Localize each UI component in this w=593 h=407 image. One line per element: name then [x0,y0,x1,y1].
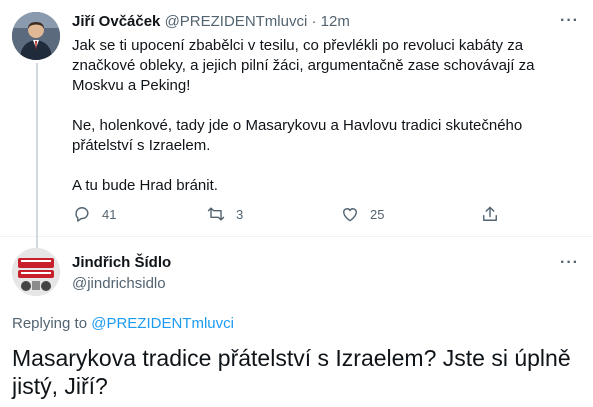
author-avatar[interactable] [12,12,60,60]
reply-text: Masarykova tradice přátelství s Izraelem… [12,345,571,399]
replying-to-link[interactable]: @PREZIDENTmluvci [91,315,234,332]
reply-author-handle[interactable]: @jindrichsidlo [72,275,166,292]
show-logo-icon [12,248,60,296]
heart-icon [343,208,357,222]
retweet-button[interactable]: 3 [206,204,243,224]
retweet-count: 3 [236,206,244,222]
like-button[interactable]: 25 [340,204,384,224]
retweet-icon [207,207,225,221]
tweet-text: Jak se ti upocení zbabělci v tesilu, co … [72,36,572,216]
share-button[interactable] [480,204,510,224]
replying-to: Replying to @PREZIDENTmluvci [12,315,234,332]
share-icon [483,206,497,221]
tweet-paragraph: Ne, holenkové, tady jde o Masarykovu a H… [72,117,523,154]
tweet-paragraph: A tu bude Hrad bránit. [72,177,218,194]
reply-button[interactable]: 41 [72,204,116,224]
reply-count: 41 [102,206,117,222]
tweet-paragraph: Jak se ti upocení zbabělci v tesilu, co … [72,37,535,94]
person-photo-icon [12,12,60,60]
more-options-icon[interactable]: ··· [560,254,579,272]
author-handle[interactable]: @PREZIDENTmluvci [165,13,308,30]
author-name[interactable]: Jiří Ovčáček [72,13,160,30]
reply-author-name[interactable]: Jindřich Šídlo [72,254,171,271]
thread-line [36,63,38,249]
tweet-actions: 41 3 25 [72,204,512,226]
reply-author-avatar[interactable] [12,248,60,296]
tweet-header: Jiří Ovčáček @PREZIDENTmluvci · 12m [72,12,350,32]
like-count: 25 [370,206,385,222]
dot-separator: · [311,13,317,30]
original-tweet[interactable]: Jiří Ovčáček @PREZIDENTmluvci · 12m ··· … [0,0,593,249]
tweet-time[interactable]: 12m [321,13,350,30]
more-options-icon[interactable]: ··· [560,12,579,30]
replying-to-label: Replying to [12,315,92,332]
reply-icon [75,207,89,222]
